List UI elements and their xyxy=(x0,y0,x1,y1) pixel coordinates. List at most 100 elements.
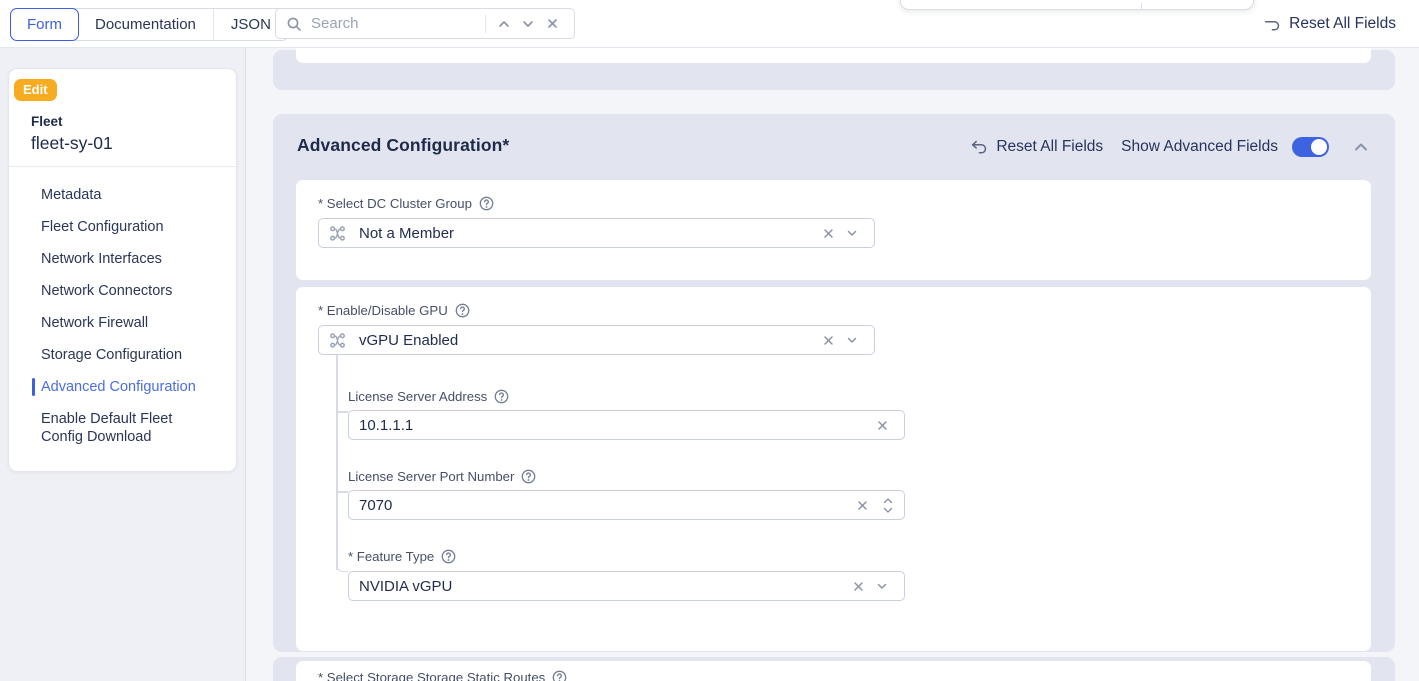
license-server-port-value: 7070 xyxy=(359,497,392,514)
advanced-configuration-card: Advanced Configuration* Reset All Fields… xyxy=(273,114,1395,652)
license-server-port-label: License Server Port Number xyxy=(348,469,536,484)
gpu-label: * Enable/Disable GPU xyxy=(318,303,470,318)
label-text: * Enable/Disable GPU xyxy=(318,303,448,318)
cluster-icon xyxy=(329,225,346,242)
show-advanced-fields-label: Show Advanced Fields xyxy=(1121,138,1278,156)
sidebar-item-storage-configuration[interactable]: Storage Configuration xyxy=(9,339,236,371)
reset-all-fields-top-label: Reset All Fields xyxy=(1289,15,1396,33)
sidebar-item-network-firewall[interactable]: Network Firewall xyxy=(9,307,236,339)
search-input[interactable]: Search xyxy=(275,8,575,39)
label-text: * Feature Type xyxy=(348,549,434,564)
sidebar-divider xyxy=(9,166,236,167)
fleet-summary-card: Edit Fleet fleet-sy-01 Metadata Fleet Co… xyxy=(8,68,237,472)
search-prev-icon[interactable] xyxy=(492,12,516,36)
chevron-down-icon[interactable] xyxy=(870,574,894,598)
search-icon xyxy=(286,16,302,32)
search-close-icon[interactable] xyxy=(540,12,564,36)
search-divider xyxy=(485,15,486,33)
tab-form-label: Form xyxy=(27,16,62,33)
sidebar-item-fleet-configuration[interactable]: Fleet Configuration xyxy=(9,211,236,243)
edit-badge: Edit xyxy=(14,79,57,101)
label-text: License Server Address xyxy=(348,389,487,404)
entity-name: fleet-sy-01 xyxy=(31,133,113,154)
gpu-value: vGPU Enabled xyxy=(359,332,458,349)
license-server-address-value: 10.1.1.1 xyxy=(359,417,413,434)
dc-cluster-group-select[interactable]: Not a Member xyxy=(318,218,875,248)
reset-all-fields-top-button[interactable]: Reset All Fields xyxy=(1263,0,1396,48)
tree-connector-vertical xyxy=(336,355,338,570)
clear-icon[interactable] xyxy=(870,413,894,437)
clear-icon[interactable] xyxy=(816,221,840,245)
help-icon[interactable] xyxy=(552,670,567,681)
section-required-mark: * xyxy=(502,135,509,155)
tree-connector-stub xyxy=(336,411,348,413)
top-bar: Form Documentation JSON Search xyxy=(0,0,1419,48)
sidebar-item-label: Fleet Configuration xyxy=(41,219,164,235)
section-header-actions: Reset All Fields Show Advanced Fields xyxy=(970,114,1373,180)
dc-cluster-group-value: Not a Member xyxy=(359,225,454,242)
storage-static-routes-label: * Select Storage Storage Static Routes xyxy=(318,670,567,681)
label-text: * Select DC Cluster Group xyxy=(318,196,472,211)
label-text: License Server Port Number xyxy=(348,469,514,484)
left-column: Edit Fleet fleet-sy-01 Metadata Fleet Co… xyxy=(0,48,246,681)
stepper-down-icon xyxy=(882,506,894,514)
number-stepper[interactable] xyxy=(882,497,894,514)
license-server-port-input[interactable]: 7070 xyxy=(348,490,905,520)
show-advanced-fields-toggle[interactable] xyxy=(1292,137,1329,157)
license-server-address-input[interactable]: 10.1.1.1 xyxy=(348,410,905,440)
sidebar-item-metadata[interactable]: Metadata xyxy=(9,179,236,211)
clear-icon[interactable] xyxy=(816,328,840,352)
reset-all-fields-button[interactable]: Reset All Fields xyxy=(970,138,1103,156)
active-indicator-bar xyxy=(32,378,35,396)
license-server-address-label: License Server Address xyxy=(348,389,509,404)
sidebar-item-label: Advanced Configuration xyxy=(41,379,196,395)
section-title: Advanced Configuration* xyxy=(297,135,509,156)
storage-static-routes-card: * Select Storage Storage Static Routes xyxy=(273,657,1395,681)
stepper-up-icon xyxy=(882,497,894,505)
tab-documentation[interactable]: Documentation xyxy=(78,9,214,40)
clear-icon[interactable] xyxy=(850,493,874,517)
sidebar-item-network-interfaces[interactable]: Network Interfaces xyxy=(9,243,236,275)
toggle-knob xyxy=(1311,139,1327,155)
section-title-text: Advanced Configuration xyxy=(297,135,502,155)
help-icon[interactable] xyxy=(479,196,494,211)
tab-documentation-label: Documentation xyxy=(95,16,196,33)
help-icon[interactable] xyxy=(441,549,456,564)
previous-section-card xyxy=(273,50,1395,90)
show-advanced-fields-control: Show Advanced Fields xyxy=(1121,137,1329,157)
collapse-section-icon[interactable] xyxy=(1349,135,1373,159)
sidebar-item-label: Network Firewall xyxy=(41,315,148,331)
chevron-down-icon[interactable] xyxy=(840,328,864,352)
gpu-select[interactable]: vGPU Enabled xyxy=(318,325,875,355)
help-icon[interactable] xyxy=(494,389,509,404)
tab-form[interactable]: Form xyxy=(10,8,79,41)
feature-type-select[interactable]: NVIDIA vGPU xyxy=(348,571,905,601)
sidebar-item-label: Network Connectors xyxy=(41,283,172,299)
sidebar-item-label: Enable Default Fleet Config Download xyxy=(41,411,172,445)
search-next-icon[interactable] xyxy=(516,12,540,36)
tree-connector-stub xyxy=(336,491,348,493)
label-text: * Select Storage Storage Static Routes xyxy=(318,670,545,681)
entity-type-label: Fleet xyxy=(31,114,63,129)
tree-connector-corner xyxy=(336,562,348,572)
search-placeholder: Search xyxy=(311,15,479,32)
sidebar-item-label: Metadata xyxy=(41,187,101,203)
view-tab-group: Form Documentation JSON xyxy=(10,8,289,41)
tab-json-label: JSON xyxy=(231,16,271,33)
sidebar-item-network-connectors[interactable]: Network Connectors xyxy=(9,275,236,307)
section-nav: Metadata Fleet Configuration Network Int… xyxy=(9,179,236,453)
help-icon[interactable] xyxy=(521,469,536,484)
chevron-down-icon[interactable] xyxy=(840,221,864,245)
reset-icon xyxy=(1263,16,1281,32)
cluster-icon xyxy=(329,332,346,349)
reset-icon xyxy=(970,139,988,155)
cutoff-popup xyxy=(900,0,1254,10)
clear-icon[interactable] xyxy=(846,574,870,598)
dc-cluster-group-label: * Select DC Cluster Group xyxy=(318,196,494,211)
reset-all-fields-label: Reset All Fields xyxy=(996,138,1103,156)
sidebar-item-label: Storage Configuration xyxy=(41,347,182,363)
sidebar-item-advanced-configuration[interactable]: Advanced Configuration xyxy=(9,371,236,403)
help-icon[interactable] xyxy=(455,303,470,318)
sidebar-item-label: Network Interfaces xyxy=(41,251,162,267)
sidebar-item-enable-default-fleet-config-download[interactable]: Enable Default Fleet Config Download xyxy=(9,403,209,453)
